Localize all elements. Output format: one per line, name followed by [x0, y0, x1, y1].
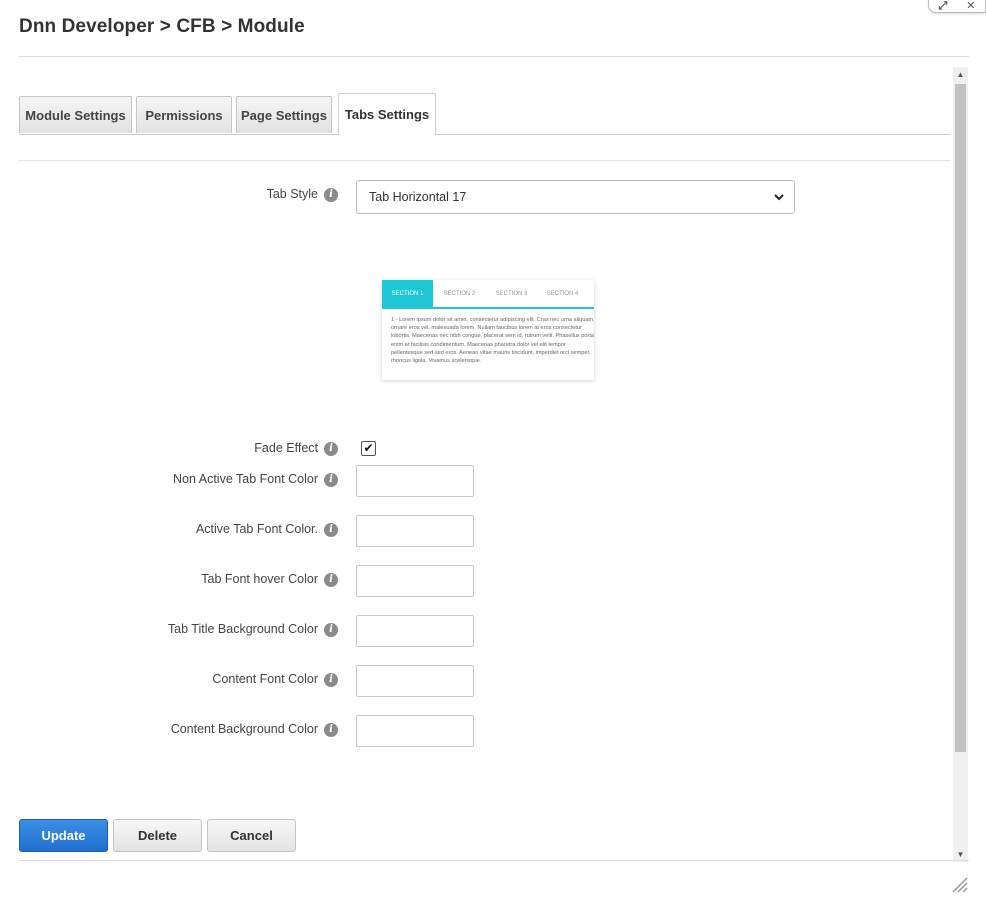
- title-divider: [19, 56, 969, 57]
- tab-style-preview: SECTION 1 SECTION 2 SECTION 3 SECTION 4 …: [382, 280, 594, 380]
- settings-tabs: Module Settings Permissions Page Setting…: [19, 93, 951, 135]
- window-controls: ⤢ ✕: [928, 0, 986, 13]
- info-icon[interactable]: i: [324, 573, 338, 587]
- tab-title-background-color-input[interactable]: [356, 615, 474, 647]
- update-button[interactable]: Update: [19, 819, 108, 852]
- info-icon[interactable]: i: [324, 723, 338, 737]
- info-icon[interactable]: i: [324, 623, 338, 637]
- fade-effect-checkbox[interactable]: ✔: [361, 441, 376, 456]
- info-icon[interactable]: i: [324, 188, 338, 202]
- delete-button[interactable]: Delete: [113, 819, 202, 852]
- field-label: Active Tab Font Color.: [195, 522, 318, 536]
- restore-icon[interactable]: ⤢: [938, 1, 947, 12]
- preview-tab: SECTION 1: [382, 280, 433, 307]
- tab-style-value: Tab Horizontal 17: [369, 190, 467, 204]
- scrollbar-thumb[interactable]: [955, 84, 966, 752]
- footer-divider: [19, 860, 969, 861]
- dialog-content: Module Settings Permissions Page Setting…: [19, 67, 969, 862]
- tab-permissions[interactable]: Permissions: [136, 96, 232, 133]
- tab-page-settings[interactable]: Page Settings: [236, 96, 332, 133]
- preview-text: 1 - Lorem ipsum dolor sit amet, consecte…: [391, 317, 594, 365]
- content-font-color-input[interactable]: [356, 665, 474, 697]
- vertical-scrollbar[interactable]: ▲ ▼: [953, 67, 968, 862]
- module-settings-dialog: Dnn Developer > CFB > Module ⤢ ✕ Module …: [0, 0, 986, 911]
- field-label: Tab Font hover Color: [201, 572, 318, 586]
- preview-tab: SECTION 4: [546, 290, 579, 297]
- tab-module-settings[interactable]: Module Settings: [19, 96, 132, 133]
- field-label: Content Background Color: [170, 722, 318, 736]
- chevron-down-icon: [774, 194, 784, 201]
- preview-tab: SECTION 2: [443, 290, 476, 297]
- non-active-tab-font-color-input[interactable]: [356, 465, 474, 497]
- field-label: Non Active Tab Font Color: [173, 472, 318, 486]
- tab-style-label: Tab Style: [266, 187, 318, 201]
- dialog-title: Dnn Developer > CFB > Module: [19, 16, 305, 37]
- fade-effect-label: Fade Effect: [254, 441, 318, 455]
- info-icon[interactable]: i: [324, 473, 338, 487]
- field-label: Tab Title Background Color: [167, 622, 318, 636]
- field-label: Content Font Color: [212, 672, 318, 686]
- tab-font-hover-color-input[interactable]: [356, 565, 474, 597]
- resize-handle-icon[interactable]: [950, 875, 968, 893]
- section-divider: [19, 160, 951, 161]
- scroll-up-icon[interactable]: ▲: [953, 67, 968, 82]
- active-tab-font-color-input[interactable]: [356, 515, 474, 547]
- info-icon[interactable]: i: [324, 673, 338, 687]
- tab-style-select[interactable]: Tab Horizontal 17: [356, 180, 795, 214]
- preview-tab: SECTION 3: [495, 290, 528, 297]
- cancel-button[interactable]: Cancel: [207, 819, 296, 852]
- tab-tabs-settings[interactable]: Tabs Settings: [338, 93, 436, 135]
- content-background-color-input[interactable]: [356, 715, 474, 747]
- info-icon[interactable]: i: [324, 442, 338, 456]
- preview-tab-bar: SECTION 1 SECTION 2 SECTION 3 SECTION 4: [382, 280, 594, 309]
- info-icon[interactable]: i: [324, 523, 338, 537]
- close-icon[interactable]: ✕: [966, 1, 975, 12]
